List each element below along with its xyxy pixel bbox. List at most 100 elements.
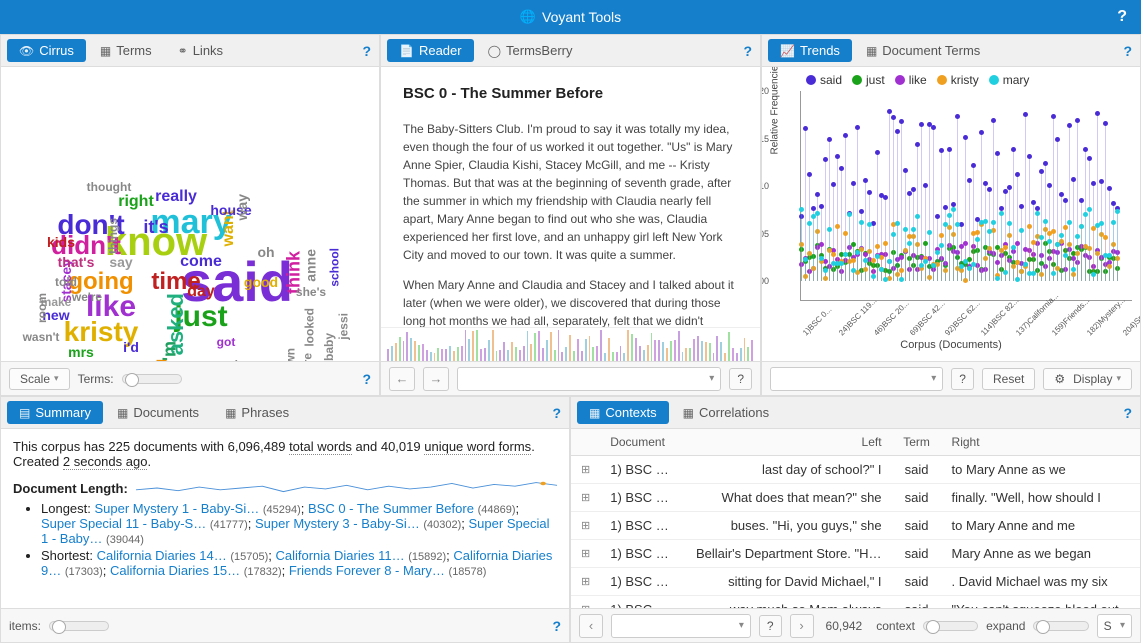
col-term[interactable]: Term (892, 429, 942, 456)
cloud-word[interactable]: mrs (68, 345, 94, 359)
summary-help-icon[interactable]: ? (552, 405, 561, 421)
table-row[interactable]: ⊞1) BSC …way much so Mom alwayssaid"You … (571, 596, 1140, 609)
legend-item[interactable]: just (852, 73, 885, 87)
items-slider[interactable] (49, 621, 109, 631)
ctx-prev-button[interactable]: ‹ (579, 614, 603, 638)
tab-summary[interactable]: ▤Summary (7, 401, 103, 424)
cloud-word[interactable]: wasn't (23, 331, 60, 343)
reader-paragraph[interactable]: When Mary Anne and Claudia and Stacey an… (403, 276, 738, 328)
unique-words-link[interactable]: unique word forms (424, 439, 531, 455)
expand-icon[interactable]: ⊞ (571, 512, 600, 540)
tab-trends[interactable]: 📈Trends (768, 39, 852, 62)
expand-icon[interactable]: ⊞ (571, 596, 600, 609)
contexts-help-icon[interactable]: ? (1123, 405, 1132, 421)
cloud-word[interactable]: things (107, 218, 119, 254)
cloud-word[interactable]: i'd (123, 340, 139, 354)
cloud-word[interactable]: oh (257, 245, 274, 259)
tab-phrases[interactable]: ▦Phrases (213, 401, 301, 424)
table-row[interactable]: ⊞1) BSC …What does that mean?" shesaidfi… (571, 484, 1140, 512)
tab-cirrus[interactable]: 👁Cirrus (7, 39, 86, 62)
tab-terms[interactable]: ▦Terms (88, 39, 164, 62)
expand-icon[interactable]: ⊞ (571, 484, 600, 512)
table-row[interactable]: ⊞1) BSC …Bellair's Department Store. "H…… (571, 540, 1140, 568)
cloud-word[interactable]: dad (154, 359, 168, 361)
cloud-word[interactable]: really (155, 189, 197, 205)
doc-link[interactable]: Super Special 11 - Baby-S… (41, 516, 206, 531)
cloud-word[interactable]: way (235, 194, 249, 220)
table-row[interactable]: ⊞1) BSC …buses. "Hi, you guys," shesaidt… (571, 512, 1140, 540)
table-row[interactable]: ⊞1) BSC …sitting for David Michael," Isa… (571, 568, 1140, 596)
col-left[interactable]: Left (679, 429, 891, 456)
trends-chart-area[interactable]: saidjustlikekristymary Relative Frequenc… (762, 67, 1140, 361)
doc-link[interactable]: California Diaries 11… (275, 548, 404, 563)
ctx-footer-help-icon[interactable]: ? (759, 615, 782, 637)
ctx-term-combo[interactable] (611, 614, 751, 638)
expand-icon[interactable]: ⊞ (571, 456, 600, 484)
reader-footer-help-icon[interactable]: ? (729, 368, 752, 390)
scale-button[interactable]: Scale ▾ (9, 368, 70, 390)
total-words-link[interactable]: total words (289, 439, 352, 455)
cirrus-help-icon[interactable]: ? (362, 43, 371, 59)
reset-button[interactable]: Reset (982, 368, 1035, 390)
ctx-next-button[interactable]: › (790, 614, 814, 638)
cloud-word[interactable]: school (328, 248, 340, 287)
doc-link[interactable]: Super Mystery 3 - Baby-Si… (255, 516, 420, 531)
expand-slider[interactable] (1033, 621, 1088, 631)
tab-links[interactable]: ⚭Links (166, 39, 235, 62)
cloud-word[interactable]: day (187, 284, 215, 300)
cloud-word[interactable]: it's (143, 218, 168, 236)
doc-link[interactable]: BSC 0 - The Summer Before (308, 501, 474, 516)
reader-densitystrip[interactable] (381, 327, 760, 361)
display-button[interactable]: Display ▾ (1043, 368, 1132, 390)
doc-link[interactable]: Friends Forever 8 - Mary… (289, 563, 445, 578)
trends-term-combo[interactable] (770, 367, 943, 391)
expand-icon[interactable]: ⊞ (571, 540, 600, 568)
legend-item[interactable]: said (806, 73, 842, 87)
trends-help-icon[interactable]: ? (1123, 43, 1132, 59)
cloud-word[interactable]: looked (303, 308, 315, 347)
cirrus-footer-help-icon[interactable]: ? (362, 371, 371, 387)
reader-prev-button[interactable]: ← (389, 367, 415, 391)
doc-link[interactable]: California Diaries 14… (97, 548, 227, 563)
cloud-word[interactable]: right (118, 194, 154, 210)
legend-item[interactable]: like (895, 73, 927, 87)
cloud-word[interactable]: good (244, 275, 278, 289)
col-right[interactable]: Right (942, 429, 1140, 456)
cloud-word[interactable]: come (180, 254, 222, 270)
sort-combo[interactable]: S (1097, 614, 1132, 638)
cloud-word[interactable]: got (217, 336, 236, 348)
doc-link[interactable]: Super Mystery 1 - Baby-Si… (95, 501, 260, 516)
reader-help-icon[interactable]: ? (743, 43, 752, 59)
cloud-word[interactable]: baby (323, 333, 335, 361)
cloud-word[interactable]: we're (72, 291, 102, 303)
doc-link[interactable]: California Diaries 15… (110, 563, 240, 578)
legend-item[interactable]: mary (989, 73, 1030, 87)
trends-footer-help-icon[interactable]: ? (951, 368, 974, 390)
col-document[interactable]: Document (600, 429, 679, 456)
tab-reader[interactable]: 📄Reader (387, 39, 474, 62)
cloud-word[interactable]: anne (303, 249, 317, 282)
tab-document-terms[interactable]: ▦Document Terms (854, 39, 992, 62)
terms-slider[interactable] (122, 374, 182, 384)
cloud-word[interactable]: sure (302, 353, 314, 361)
cloud-word[interactable]: dawn (284, 348, 296, 361)
cloud-word[interactable]: thought (87, 181, 132, 193)
reader-paragraph[interactable]: The Baby-Sitters Club. I'm proud to say … (403, 120, 738, 264)
cloud-word[interactable]: she's (296, 286, 326, 298)
tab-correlations[interactable]: ▦Correlations (671, 401, 781, 424)
reader-next-button[interactable]: → (423, 367, 449, 391)
cloud-word[interactable]: okay (227, 359, 254, 361)
table-row[interactable]: ⊞1) BSC …last day of school?" Isaidto Ma… (571, 456, 1140, 484)
expand-icon[interactable]: ⊞ (571, 568, 600, 596)
cloud-word[interactable]: i'm (161, 341, 179, 361)
cloud-word[interactable]: room (36, 293, 48, 323)
header-help-icon[interactable]: ? (1117, 8, 1127, 26)
cloud-word[interactable]: jessi (337, 313, 349, 340)
reader-term-combo[interactable] (457, 367, 721, 391)
cloud-word[interactable]: say (109, 255, 132, 269)
cloud-word[interactable]: told (55, 276, 77, 288)
cloud-word[interactable]: kids (47, 235, 75, 249)
legend-item[interactable]: kristy (937, 73, 979, 87)
tab-termsberry[interactable]: ◯TermsBerry (476, 39, 585, 62)
cloud-word[interactable]: that's (58, 255, 95, 269)
